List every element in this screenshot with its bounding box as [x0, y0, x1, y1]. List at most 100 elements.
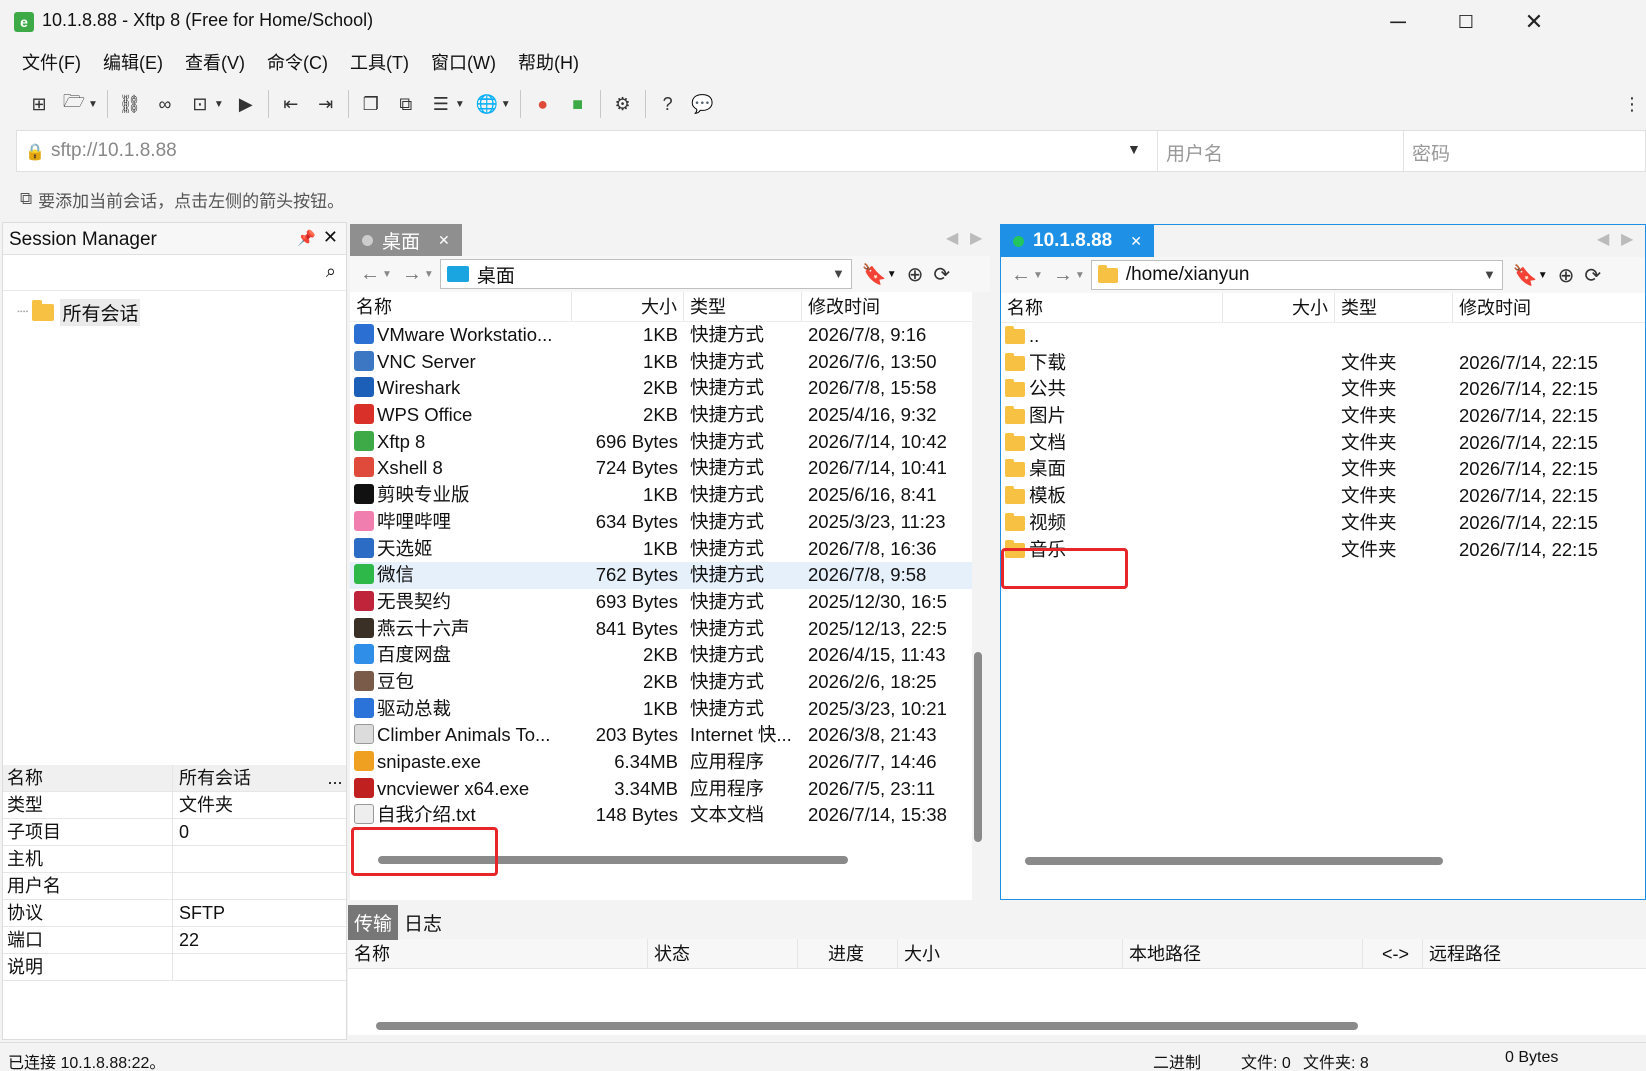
minimize-button[interactable]: ─	[1368, 6, 1428, 38]
local-vertical-scrollbar[interactable]	[974, 652, 982, 842]
column-name[interactable]: 名称	[348, 939, 648, 968]
table-row[interactable]: 燕云十六声 841 Bytes 快捷方式 2025/12/13, 22:5	[350, 616, 972, 643]
remote-path-field[interactable]: /home/xianyun ▼	[1090, 260, 1503, 290]
chevron-down-icon[interactable]: ▼	[214, 99, 224, 110]
chevron-down-icon[interactable]: ▼	[1127, 141, 1141, 157]
chevron-left-icon[interactable]: ◀	[1597, 229, 1609, 249]
host-input[interactable]: sftp://10.1.8.88	[51, 140, 177, 162]
paste-icon[interactable]: ⧉	[393, 91, 419, 117]
search-icon[interactable]: ⌕	[326, 261, 336, 282]
chat-icon[interactable]: 💬	[690, 91, 716, 117]
new-folder-icon[interactable]: ⊕	[1558, 263, 1575, 288]
table-row[interactable]: 驱动总裁 1KB 快捷方式 2025/3/23, 10:21	[350, 696, 972, 723]
table-row[interactable]: 豆包 2KB 快捷方式 2026/2/6, 18:25	[350, 669, 972, 696]
xftp-icon[interactable]: ■	[565, 91, 591, 117]
forward-icon[interactable]: →	[1053, 264, 1073, 287]
help-icon[interactable]: ?	[655, 91, 681, 117]
pin-icon[interactable]: 📌	[297, 229, 316, 247]
tab-remote-host[interactable]: 10.1.8.88 ✕	[1001, 225, 1154, 257]
table-row[interactable]: Climber Animals To... 203 Bytes Internet 快…	[350, 722, 972, 749]
table-row[interactable]: WPS Office 2KB 快捷方式 2025/4/16, 9:32	[350, 402, 972, 429]
menu-command[interactable]: 命令(C)	[267, 44, 328, 82]
open-folder-icon[interactable]: 🗁	[61, 91, 87, 117]
table-row[interactable]: 无畏契约 693 Bytes 快捷方式 2025/12/30, 16:5	[350, 589, 972, 616]
table-row[interactable]: 公共 文件夹 2026/7/14, 22:15	[1001, 376, 1645, 403]
password-field[interactable]: 密码	[1403, 131, 1646, 171]
column-name[interactable]: 名称	[350, 292, 572, 321]
refresh-icon[interactable]: ⟳	[1584, 263, 1601, 288]
table-row[interactable]: ..	[1001, 323, 1645, 350]
table-row[interactable]: 微信 762 Bytes 快捷方式 2026/7/8, 9:58	[350, 562, 972, 589]
menu-window[interactable]: 窗口(W)	[431, 44, 496, 82]
copy-icon[interactable]: ❐	[358, 91, 384, 117]
new-session-icon[interactable]: ⊞	[26, 91, 52, 117]
tab-log[interactable]: 日志	[398, 905, 448, 940]
bookmark-icon[interactable]: 🔖	[862, 262, 887, 287]
chevron-left-icon[interactable]: ◀	[946, 228, 958, 248]
table-row[interactable]: VNC Server 1KB 快捷方式 2026/7/6, 13:50	[350, 349, 972, 376]
close-icon[interactable]: ✕	[1130, 233, 1142, 250]
table-row[interactable]: 下载 文件夹 2026/7/14, 22:15	[1001, 350, 1645, 377]
gear-icon[interactable]: ⚙	[610, 91, 636, 117]
username-field[interactable]: 用户名	[1157, 131, 1402, 171]
table-row[interactable]: 天选姬 1KB 快捷方式 2026/7/8, 16:36	[350, 536, 972, 563]
column-remote-path[interactable]: 远程路径	[1423, 939, 1646, 968]
refresh-icon[interactable]: ⟳	[933, 262, 950, 287]
more-icon[interactable]: ⋮	[1619, 91, 1645, 117]
column-mtime[interactable]: 修改时间	[802, 292, 972, 321]
close-window-button[interactable]: ✕	[1504, 6, 1564, 38]
table-row[interactable]: Xftp 8 696 Bytes 快捷方式 2026/7/14, 10:42	[350, 429, 972, 456]
reconnect-icon[interactable]: ∞	[152, 91, 178, 117]
table-row[interactable]: 剪映专业版 1KB 快捷方式 2025/6/16, 8:41	[350, 482, 972, 509]
back-icon[interactable]: ←	[360, 263, 380, 286]
table-row[interactable]: 文档 文件夹 2026/7/14, 22:15	[1001, 430, 1645, 457]
chevron-right-icon[interactable]: ▶	[970, 228, 982, 248]
column-size[interactable]: 大小	[898, 939, 1123, 968]
disconnect-icon[interactable]: ⛓	[117, 91, 143, 117]
close-icon[interactable]: ✕	[438, 232, 450, 249]
ellipsis-button[interactable]: ...	[324, 765, 346, 791]
new-folder-icon[interactable]: ⊕	[907, 262, 924, 287]
transfer-mode[interactable]: 二进制	[1153, 1049, 1201, 1071]
table-row[interactable]: 百度网盘 2KB 快捷方式 2026/4/15, 11:43	[350, 642, 972, 669]
menu-file[interactable]: 文件(F)	[22, 44, 81, 82]
download-icon[interactable]: ⇥	[313, 91, 339, 117]
table-row[interactable]: Wireshark 2KB 快捷方式 2026/7/8, 15:58	[350, 375, 972, 402]
column-type[interactable]: 类型	[684, 292, 802, 321]
forward-icon[interactable]: →	[402, 263, 422, 286]
table-row[interactable]: 桌面 文件夹 2026/7/14, 22:15	[1001, 456, 1645, 483]
add-session-icon[interactable]: ⧉	[20, 189, 32, 209]
chevron-down-icon[interactable]: ▼	[1483, 267, 1496, 282]
menu-view[interactable]: 查看(V)	[185, 44, 245, 82]
chevron-down-icon[interactable]: ▼	[88, 99, 98, 110]
xshell-icon[interactable]: ●	[530, 91, 556, 117]
table-row[interactable]: 自我介绍.txt 148 Bytes 文本文档 2026/7/14, 15:38	[350, 802, 972, 829]
bookmark-icon[interactable]: 🔖	[1513, 263, 1538, 288]
table-row[interactable]: 模板 文件夹 2026/7/14, 22:15	[1001, 483, 1645, 510]
upload-icon[interactable]: ⇤	[278, 91, 304, 117]
table-row[interactable]: 哔哩哔哩 634 Bytes 快捷方式 2025/3/23, 11:23	[350, 509, 972, 536]
table-row[interactable]: 图片 文件夹 2026/7/14, 22:15	[1001, 403, 1645, 430]
column-type[interactable]: 类型	[1335, 293, 1453, 322]
column-direction[interactable]: <->	[1363, 939, 1423, 968]
table-row[interactable]: vncviewer x64.exe 3.34MB 应用程序 2026/7/5, 23:…	[350, 776, 972, 803]
remote-horizontal-scrollbar[interactable]	[1025, 857, 1443, 865]
tab-transfer[interactable]: 传输	[348, 904, 399, 940]
maximize-button[interactable]: ☐	[1436, 6, 1496, 38]
column-progress[interactable]: 进度	[798, 939, 898, 968]
close-icon[interactable]: ✕	[323, 227, 338, 248]
table-row[interactable]: Xshell 8 724 Bytes 快捷方式 2026/7/14, 10:41	[350, 455, 972, 482]
column-name[interactable]: 名称	[1001, 293, 1223, 322]
column-size[interactable]: 大小	[1223, 293, 1335, 322]
chevron-down-icon[interactable]: ▼	[501, 99, 511, 110]
list-view-icon[interactable]: ☰	[428, 91, 454, 117]
column-size[interactable]: 大小	[572, 292, 684, 321]
column-status[interactable]: 状态	[648, 939, 798, 968]
play-icon[interactable]: ▶	[233, 91, 259, 117]
transfer-horizontal-scrollbar[interactable]	[376, 1022, 1358, 1030]
session-search[interactable]: ⌕	[3, 255, 346, 291]
menu-tools[interactable]: 工具(T)	[350, 44, 409, 82]
tree-item-all-sessions[interactable]: ┈ 所有会话	[17, 299, 141, 326]
local-path-field[interactable]: 桌面 ▼	[439, 259, 852, 289]
back-icon[interactable]: ←	[1011, 264, 1031, 287]
